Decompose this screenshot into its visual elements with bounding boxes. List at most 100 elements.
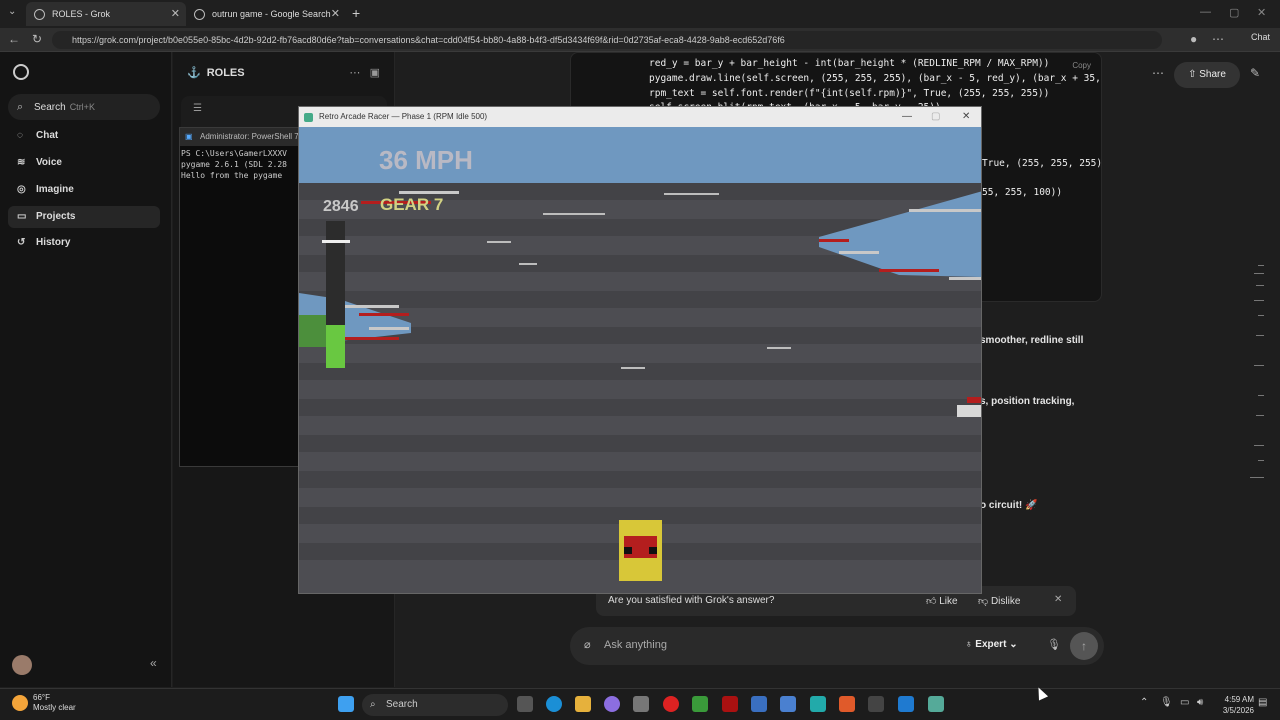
terminal-line: PS C:\Users\GamerLXXXV <box>181 149 287 158</box>
rumble-strip <box>369 327 409 330</box>
waveform-icon: ≋ <box>17 157 26 168</box>
more-icon[interactable]: ⋯ <box>1212 32 1224 46</box>
clock[interactable]: 4:59 AM 3/5/2026 <box>1214 694 1254 716</box>
chat-more-icon[interactable]: ⋯ <box>1152 66 1164 80</box>
image-icon: ◎ <box>17 184 26 195</box>
sidebar-item-imagine[interactable]: ◎ Imagine <box>8 179 160 201</box>
game-window[interactable]: Retro Arcade Racer — Phase 1 (RPM Idle 5… <box>298 106 982 594</box>
sidebar-item-voice[interactable]: ≋ Voice <box>8 152 160 174</box>
code-line: red_y = bar_y + bar_height - int(bar_hei… <box>649 58 1050 69</box>
app-icon[interactable] <box>780 696 796 712</box>
new-chat-icon[interactable]: ✎ <box>1250 66 1260 80</box>
code-fragment: True, (255, 255, 255)) <box>982 158 1102 169</box>
pygame-icon[interactable] <box>928 696 944 712</box>
more-icon[interactable]: ⋯ <box>349 67 360 79</box>
redline-marker <box>322 240 350 243</box>
attach-icon[interactable]: ⌀ <box>584 638 591 651</box>
close-tab-icon[interactable]: ✕ <box>331 7 340 20</box>
grok-logo-icon[interactable] <box>13 64 29 80</box>
taskbar-search[interactable]: ⌕ Search <box>362 694 508 716</box>
vscode-icon[interactable] <box>898 696 914 712</box>
terminal-icon[interactable] <box>868 696 884 712</box>
copilot-chat-button[interactable]: Chat <box>1251 32 1270 42</box>
dislike-label: Dislike <box>990 596 1021 607</box>
close-window-icon[interactable]: ✕ <box>962 107 970 127</box>
close-window-icon[interactable]: ✕ <box>1257 6 1266 19</box>
code-line: pygame.draw.line(self.screen, (255, 255,… <box>649 73 1101 84</box>
rpm-readout: 2846 <box>323 198 359 215</box>
network-icon[interactable]: ▭ <box>1180 697 1189 708</box>
send-button[interactable]: ↑ <box>1070 632 1098 660</box>
app-icon[interactable] <box>810 696 826 712</box>
sidebar-search[interactable]: ⌕ Search Ctrl+K <box>8 94 160 120</box>
collapse-sidebar-icon[interactable]: « <box>150 656 157 670</box>
dislike-button[interactable]: 👎︎ Dislike <box>978 595 1020 607</box>
mode-selector[interactable]: ♁ Expert ⌄ <box>965 639 1018 650</box>
tab-list-icon[interactable]: ⌄ <box>8 6 16 17</box>
roadside-sign <box>957 405 981 417</box>
rumble-strip <box>339 305 399 308</box>
search-icon: ⌕ <box>17 101 24 113</box>
rpm-gauge-fill <box>326 325 345 368</box>
tab-outrun-search[interactable]: outrun game - Google Search ✕ <box>186 2 346 26</box>
reload-icon[interactable]: ↻ <box>32 32 42 46</box>
chevron-down-icon: ⌄ <box>1009 639 1018 650</box>
chat-input-bar[interactable]: ⌀ Ask anything ♁ Expert ⌄ 🎙︎ ↑ <box>570 627 1104 665</box>
file-explorer-icon[interactable] <box>575 696 591 712</box>
chat-scroll-markers[interactable] <box>1244 265 1264 485</box>
weather-temp: 66°F <box>33 693 50 702</box>
minimize-icon[interactable]: — <box>902 107 912 127</box>
store-icon[interactable] <box>633 696 649 712</box>
car-wheel <box>649 547 657 554</box>
start-icon[interactable] <box>338 696 354 712</box>
task-view-icon[interactable] <box>517 696 533 712</box>
game-titlebar[interactable]: Retro Arcade Racer — Phase 1 (RPM Idle 5… <box>299 107 981 127</box>
notification-icon[interactable]: ▤ <box>1258 697 1267 708</box>
url-field[interactable]: https://grok.com/project/b0e055e0-85bc-4… <box>52 31 1162 49</box>
road-line <box>519 263 537 265</box>
copy-button[interactable]: Copy <box>1072 61 1091 70</box>
close-tab-icon[interactable]: ✕ <box>171 7 180 20</box>
back-icon[interactable]: ← <box>8 32 20 46</box>
maximize-icon[interactable]: ▢ <box>931 107 940 127</box>
minimize-icon[interactable]: — <box>1200 6 1211 18</box>
rumble-strip <box>399 191 459 194</box>
app-icon[interactable] <box>722 696 738 712</box>
sidebar-item-projects[interactable]: ▭ Projects <box>8 206 160 228</box>
rumble-strip <box>339 337 399 340</box>
weather-widget[interactable]: 66°F Mostly clear <box>12 693 76 713</box>
tab-roles-grok[interactable]: ROLES - Grok ✕ <box>26 2 186 26</box>
lightbulb-icon: ♁ <box>965 639 973 650</box>
tray-chevron-icon[interactable]: ⌃ <box>1140 697 1148 708</box>
powershell-icon[interactable] <box>751 696 767 712</box>
sidebar-item-chat[interactable]: ◌ Chat <box>8 125 160 147</box>
share-button[interactable]: ⇧ Share <box>1174 62 1240 88</box>
powershell-title: Administrator: PowerShell 7 <box>200 132 299 141</box>
search-label: Search <box>34 102 66 113</box>
sidebar-item-history[interactable]: ↺ History <box>8 232 160 254</box>
chat-input[interactable]: Ask anything <box>604 639 667 651</box>
panel-toggle-icon[interactable]: ▣ <box>370 67 380 79</box>
avatar[interactable] <box>12 655 32 675</box>
like-button[interactable]: 👍︎ Like <box>926 595 958 607</box>
volume-icon[interactable]: 🔊︎ <box>1197 697 1203 708</box>
powershell-window[interactable]: ▣ Administrator: PowerShell 7 PS C:\Users… <box>179 127 307 467</box>
maximize-icon[interactable]: ▢ <box>1229 6 1239 19</box>
powershell-titlebar[interactable]: ▣ Administrator: PowerShell 7 <box>180 128 306 146</box>
game-canvas[interactable]: 36 MPH 2846 GEAR 7 <box>299 127 981 593</box>
xbox-icon[interactable] <box>692 696 708 712</box>
brave-icon[interactable] <box>839 696 855 712</box>
car-wheel <box>624 547 632 554</box>
chat-text: s, position tracking, <box>980 396 1075 407</box>
edge-icon[interactable] <box>546 696 562 712</box>
profile-icon[interactable]: ● <box>1190 32 1197 46</box>
code-line: rpm_text = self.font.render(f"{int(self.… <box>649 88 1050 99</box>
close-feedback-icon[interactable]: ✕ <box>1054 594 1062 605</box>
copilot-icon[interactable] <box>604 696 620 712</box>
opera-icon[interactable] <box>663 696 679 712</box>
mic-icon[interactable]: 🎙︎ <box>1047 638 1061 651</box>
mic-icon[interactable]: 🎙︎ <box>1160 697 1173 708</box>
address-bar-row: ← ↻ https://grok.com/project/b0e055e0-85… <box>0 28 1280 52</box>
project-title-text: ROLES <box>206 67 245 79</box>
new-tab-icon[interactable]: + <box>352 5 360 21</box>
